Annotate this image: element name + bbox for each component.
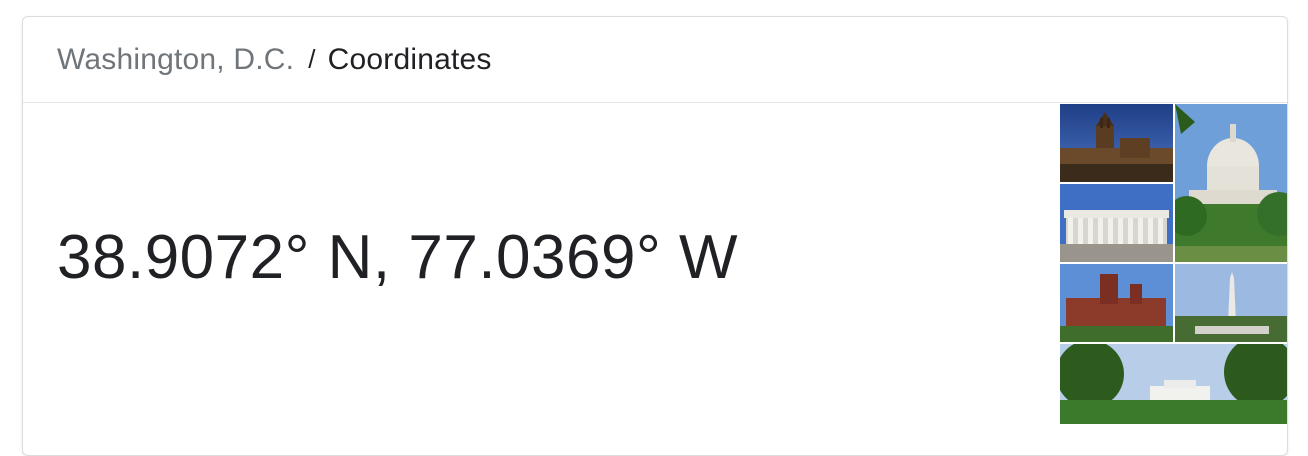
capitol-photo[interactable] xyxy=(1175,104,1287,262)
breadcrumb-current: Coordinates xyxy=(327,42,492,76)
washington-monument-photo[interactable] xyxy=(1175,264,1287,342)
knowledge-card: Washington, D.C. / Coordinates 38.9072° … xyxy=(22,16,1288,456)
breadcrumb-separator: / xyxy=(308,44,316,74)
breadcrumb-parent-link[interactable]: Washington, D.C. xyxy=(57,43,294,77)
white-house-photo[interactable] xyxy=(1060,344,1287,424)
lincoln-memorial-photo[interactable] xyxy=(1060,184,1173,262)
cathedral-photo[interactable] xyxy=(1060,104,1173,182)
coordinates-answer: 38.9072° N, 77.0369° W xyxy=(57,223,739,292)
smithsonian-castle-photo[interactable] xyxy=(1060,264,1173,342)
city-photo-collage[interactable] xyxy=(1060,104,1287,424)
breadcrumb: Washington, D.C. / Coordinates xyxy=(23,17,1287,103)
